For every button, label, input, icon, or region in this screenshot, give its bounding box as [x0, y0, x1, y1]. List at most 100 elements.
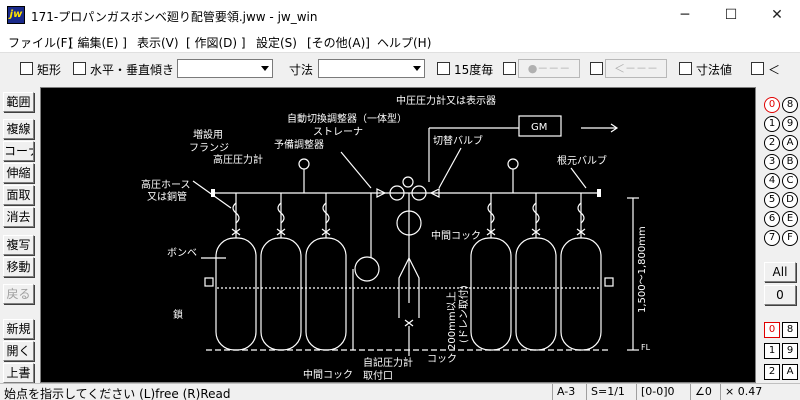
app-window: jw 171-プロパンガスボンベ廻り配管要領.jww - jw_win ─ ☐ … — [0, 0, 800, 400]
floor-level-label: FL — [641, 343, 651, 352]
layer-2-button[interactable]: 2 — [764, 364, 780, 380]
layer-group-d-button[interactable]: D — [782, 192, 798, 208]
tool-move[interactable]: 移動 — [3, 257, 34, 277]
layer-8-button[interactable]: 8 — [782, 322, 798, 338]
label-medium-pressure-gauge: 中圧圧力計又は表示器 — [396, 94, 496, 107]
scale-readout[interactable]: S=1/1 — [586, 384, 636, 400]
layer-group-b-button[interactable]: B — [782, 154, 798, 170]
layer-zero-button[interactable]: 0 — [764, 285, 796, 305]
drain-cock-icon — [404, 319, 414, 327]
tool-stretch[interactable]: 伸縮 — [3, 163, 34, 183]
all-layers-button[interactable]: All — [764, 262, 796, 282]
layer-9-button[interactable]: 9 — [782, 343, 798, 359]
label-self-gauge: 自記圧力計 — [363, 356, 413, 369]
paper-size[interactable]: A-3 — [552, 384, 586, 400]
pressure-gauge-icon — [298, 158, 310, 170]
tool-overwrite[interactable]: 上書 — [3, 363, 34, 383]
tool-corner[interactable]: コーナー — [3, 141, 34, 161]
angle-combo[interactable] — [177, 59, 273, 78]
dimval-checkbox[interactable] — [679, 62, 692, 75]
gm-label: GM — [531, 122, 547, 133]
arrow-mode-checkbox[interactable] — [590, 62, 603, 75]
label-expansion-flange-1: 増設用 — [193, 128, 223, 141]
layer-group-9-button[interactable]: 9 — [782, 116, 798, 132]
tool-copy[interactable]: 複写 — [3, 235, 34, 255]
menu-help[interactable]: ヘルプ(H) — [377, 34, 431, 51]
pressure-gauge-icon — [402, 176, 414, 188]
drawing-canvas[interactable]: GM 1,500～1,800mm FL 中圧圧力計又は表示器 自動切換調整器（一… — [40, 87, 756, 383]
angle-label: 傾き — [150, 63, 175, 77]
leader-line — [438, 147, 462, 189]
tool-chamfer[interactable]: 面取 — [3, 185, 34, 205]
label-strainer: ストレーナ — [313, 126, 363, 138]
horiz-vert-checkbox[interactable] — [73, 62, 86, 75]
label-spare-regulator: 予備調整器 — [274, 138, 324, 151]
layer-0-button[interactable]: 0 — [764, 322, 780, 338]
deg15-checkbox[interactable] — [437, 62, 450, 75]
circle-line-button[interactable]: ●－－－ — [518, 59, 580, 78]
layer-group-f-button[interactable]: F — [782, 230, 798, 246]
pressure-gauge-icon — [507, 158, 519, 170]
label-min200: 200mm以上 — [446, 291, 458, 350]
tool-offset-line[interactable]: 複線 — [3, 119, 34, 139]
menu-other[interactable]: [その他(A)] — [307, 34, 370, 51]
deg15-label: 15度毎 — [454, 63, 494, 77]
label-min200-sub: (ドレン取付) — [457, 285, 470, 343]
regulator-body-icon — [354, 256, 380, 282]
leader-line — [340, 151, 372, 189]
menu-settings[interactable]: 設定(S) — [256, 34, 297, 51]
status-message: 始点を指示してください (L)free (R)Read — [4, 387, 231, 400]
layer-group-0-button[interactable]: 0 — [764, 97, 780, 113]
label-high-hose-1: 高圧ホース — [141, 178, 191, 191]
window-title: 171-プロパンガスボンベ廻り配管要領.jww - jw_win — [31, 10, 318, 24]
angle-readout[interactable]: ∠0 — [690, 384, 720, 400]
layer-group-5-button[interactable]: 5 — [764, 192, 780, 208]
tool-range[interactable]: 範囲 — [3, 92, 34, 112]
rect-checkbox[interactable] — [20, 62, 33, 75]
lt-checkbox[interactable] — [751, 62, 764, 75]
close-button[interactable]: ✕ — [754, 0, 800, 31]
circle-mode-checkbox[interactable] — [503, 62, 516, 75]
maximize-button[interactable]: ☐ — [708, 0, 754, 31]
layer-group-4-button[interactable]: 4 — [764, 173, 780, 189]
layer-readout[interactable]: [0-0]0 — [636, 384, 690, 400]
minimize-button[interactable]: ─ — [662, 0, 708, 31]
layer-group-7-button[interactable]: 7 — [764, 230, 780, 246]
tool-erase[interactable]: 消去 — [3, 207, 34, 227]
chain-anchor-icon — [204, 277, 214, 287]
gas-cylinder — [260, 237, 302, 351]
layer-1-button[interactable]: 1 — [764, 343, 780, 359]
layer-group-1-button[interactable]: 1 — [764, 116, 780, 132]
layer-group-a-button[interactable]: A — [782, 135, 798, 151]
arrow-line-button[interactable]: ＜－－－ — [605, 59, 667, 78]
dim-label: 寸法 — [289, 63, 314, 77]
gas-cylinder — [470, 237, 512, 351]
tool-undo[interactable]: 戻る — [3, 284, 34, 304]
label-root-valve: 根元バルブ — [557, 154, 607, 167]
layer-palette: 0 8 1 9 2 A 3 B 4 C 5 D 6 E 7 F All 0 0 … — [760, 87, 800, 383]
label-mount: 取付口 — [363, 369, 393, 382]
menu-draw[interactable]: [ 作図(D) ] — [186, 34, 246, 51]
height-dimension-label: 1,500～1,800mm — [637, 226, 648, 313]
horiz-vert-label: 水平・垂直 — [90, 63, 151, 77]
status-bar: 始点を指示してください (L)free (R)Read A-3 S=1/1 [0… — [0, 383, 800, 400]
layer-group-3-button[interactable]: 3 — [764, 154, 780, 170]
menu-view[interactable]: 表示(V) — [137, 34, 179, 51]
tool-new[interactable]: 新規 — [3, 319, 34, 339]
zoom-factor[interactable]: × 0.47 — [720, 384, 800, 400]
menu-file[interactable]: ファイル(F) — [8, 34, 72, 51]
gas-cylinder — [560, 237, 602, 351]
tool-open[interactable]: 開く — [3, 341, 34, 361]
layer-a-button[interactable]: A — [782, 364, 798, 380]
control-toolbar: 矩形 水平・垂直 傾き 寸法 15度毎 ●－－－ ＜－－－ 寸法値 ＜ — [0, 55, 800, 82]
label-intermediate-cock-2: 中間コック — [303, 368, 353, 381]
flange-icon — [597, 189, 601, 197]
layer-group-8-button[interactable]: 8 — [782, 97, 798, 113]
dim-combo[interactable] — [318, 59, 425, 78]
layer-group-e-button[interactable]: E — [782, 211, 798, 227]
menu-edit[interactable]: [ 編集(E) ] — [69, 34, 127, 51]
layer-group-2-button[interactable]: 2 — [764, 135, 780, 151]
layer-group-6-button[interactable]: 6 — [764, 211, 780, 227]
jw-app-icon: jw — [7, 6, 25, 24]
layer-group-c-button[interactable]: C — [782, 173, 798, 189]
